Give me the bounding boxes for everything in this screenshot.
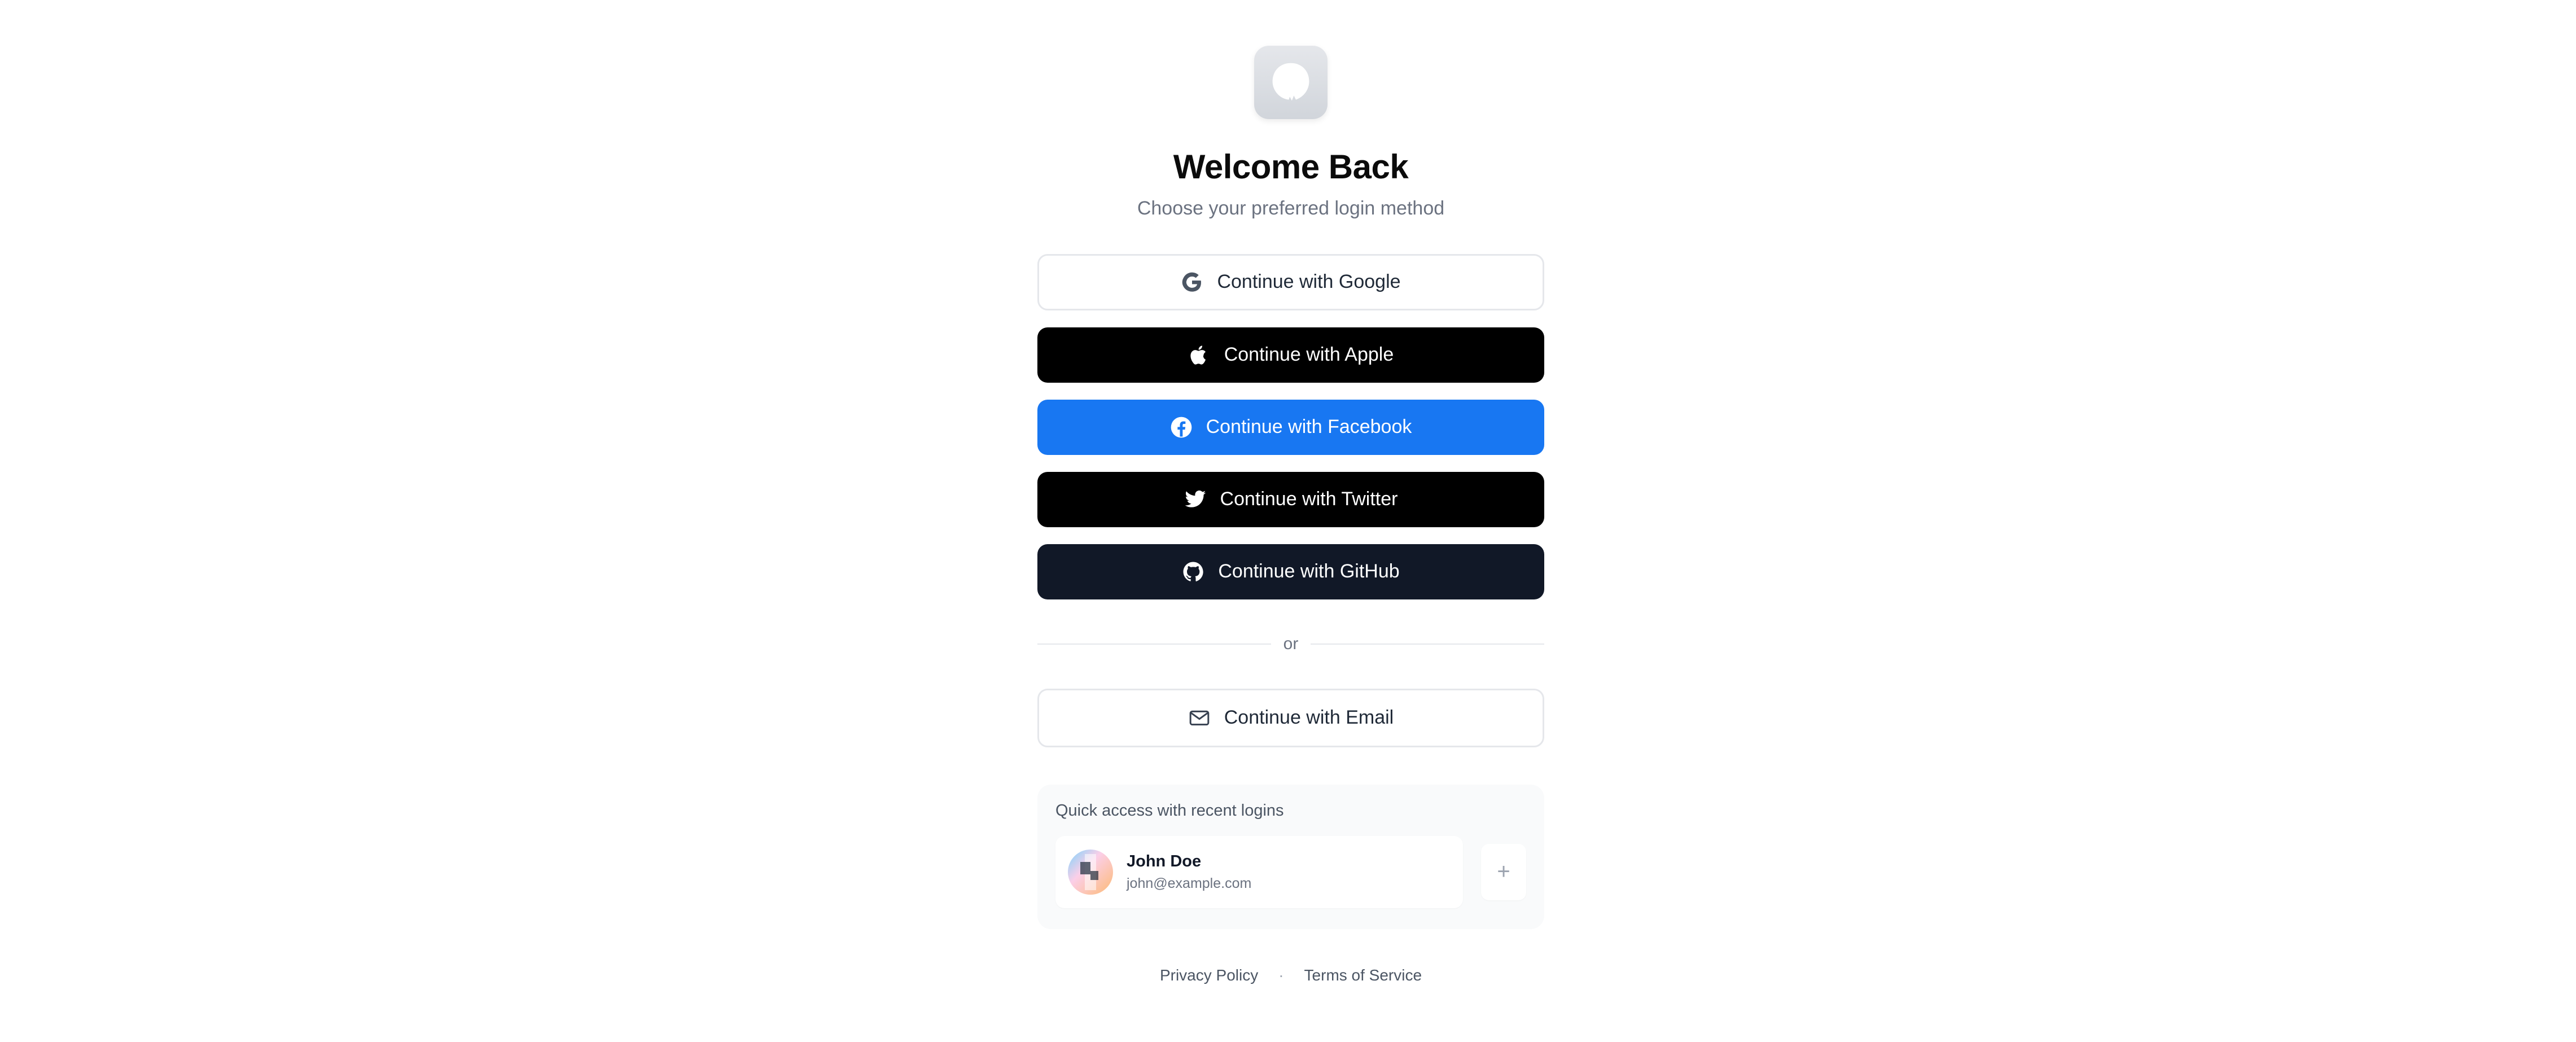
privacy-policy-link[interactable]: Privacy Policy <box>1160 966 1258 984</box>
recent-logins-row: John Doe john@example.com + <box>1055 835 1526 908</box>
account-email: john@example.com <box>1127 875 1252 891</box>
recent-logins-title: Quick access with recent logins <box>1055 801 1284 820</box>
login-page: Welcome Back Choose your preferred login… <box>0 0 2576 1042</box>
divider-line-right <box>1311 643 1544 645</box>
apple-icon <box>1188 344 1211 366</box>
continue-with-facebook-button[interactable]: Continue with Facebook <box>1037 399 1544 455</box>
footer-links: Privacy Policy · Terms of Service <box>1160 966 1422 984</box>
add-account-button[interactable]: + <box>1481 843 1526 900</box>
plus-icon: + <box>1497 859 1510 885</box>
continue-with-google-button[interactable]: Continue with Google <box>1037 253 1544 310</box>
avatar <box>1068 849 1113 895</box>
page-title: Welcome Back <box>1173 148 1409 186</box>
recent-account-card[interactable]: John Doe john@example.com <box>1055 835 1464 908</box>
mail-icon <box>1188 707 1211 729</box>
continue-with-twitter-button[interactable]: Continue with Twitter <box>1037 471 1544 527</box>
continue-with-email-button[interactable]: Continue with Email <box>1037 688 1544 747</box>
apple-button-label: Continue with Apple <box>1224 344 1394 366</box>
account-name: John Doe <box>1127 852 1202 870</box>
github-icon <box>1182 561 1204 583</box>
github-button-label: Continue with GitHub <box>1218 561 1400 583</box>
app-logo-icon <box>1254 46 1328 119</box>
login-column: Welcome Back Choose your preferred login… <box>1037 0 1544 984</box>
divider-line-left <box>1037 643 1271 645</box>
page-subtitle: Choose your preferred login method <box>1137 198 1445 219</box>
email-button-label: Continue with Email <box>1224 707 1394 729</box>
continue-with-github-button[interactable]: Continue with GitHub <box>1037 544 1544 599</box>
divider-text: or <box>1283 634 1299 653</box>
google-button-label: Continue with Google <box>1217 271 1401 293</box>
or-divider: or <box>1037 634 1544 654</box>
twitter-icon <box>1184 488 1207 511</box>
account-info: John Doe john@example.com <box>1127 852 1251 892</box>
recent-logins-panel: Quick access with recent logins John Doe… <box>1037 784 1544 929</box>
terms-of-service-link[interactable]: Terms of Service <box>1304 966 1422 984</box>
continue-with-apple-button[interactable]: Continue with Apple <box>1037 327 1544 383</box>
facebook-button-label: Continue with Facebook <box>1206 416 1412 438</box>
twitter-button-label: Continue with Twitter <box>1220 488 1398 510</box>
google-icon <box>1181 271 1203 294</box>
footer-separator: · <box>1278 966 1284 984</box>
facebook-icon <box>1170 416 1193 439</box>
